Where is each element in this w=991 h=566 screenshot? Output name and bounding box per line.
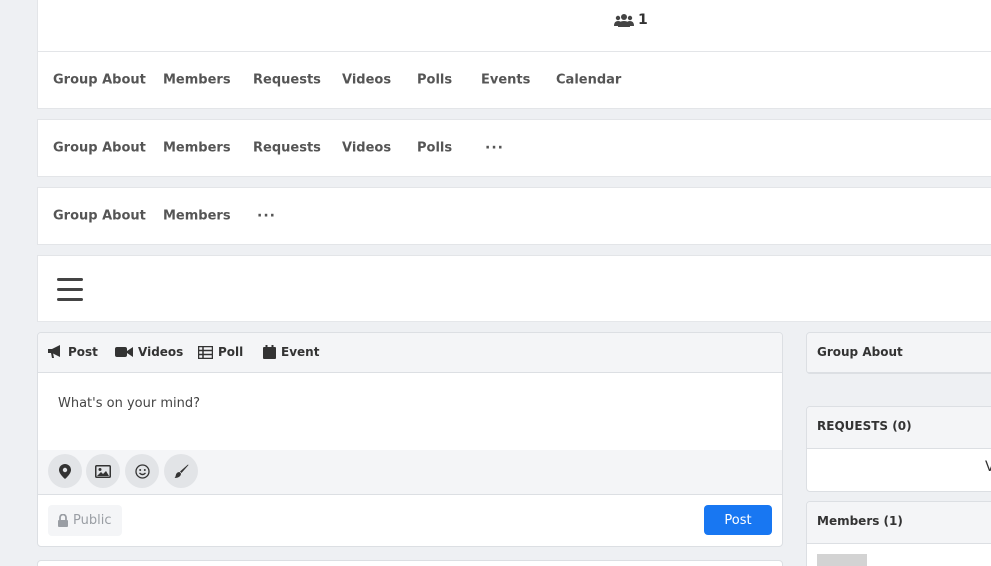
megaphone-icon (48, 345, 60, 358)
tab-poll-label: Poll (218, 345, 244, 359)
nav-more-button[interactable]: ··· (485, 140, 504, 156)
hamburger-menu-icon[interactable] (57, 278, 83, 302)
members-count-value: 1 (638, 12, 648, 28)
tab-videos-label: Videos (138, 345, 184, 359)
emoji-button[interactable] (125, 454, 159, 488)
tab-event[interactable]: Event (263, 345, 319, 359)
brush-icon (174, 464, 188, 478)
composer-footer: Public Post (38, 495, 782, 546)
emoji-icon (134, 463, 150, 479)
calendar-icon (263, 345, 276, 359)
nav-members[interactable]: Members (163, 209, 231, 224)
nav-members[interactable]: Members (163, 73, 231, 88)
nav-more-button[interactable]: ··· (257, 208, 276, 224)
group-nav-medium: Group About Members Requests Videos Poll… (37, 119, 991, 177)
composer-toolbar (38, 450, 782, 495)
lock-icon (58, 514, 68, 527)
image-icon (95, 464, 111, 478)
nav-requests[interactable]: Requests (253, 141, 321, 156)
group-nav-full: Group About Members Requests Videos Poll… (37, 51, 991, 109)
sidebar-members-title: Members (1) (807, 502, 991, 544)
group-header: 1 (37, 0, 991, 52)
nav-requests[interactable]: Requests (253, 73, 321, 88)
nav-events[interactable]: Events (481, 73, 530, 88)
sidebar-group-about: Group About (806, 332, 991, 374)
sidebar-about-title: Group About (807, 333, 991, 373)
nav-videos[interactable]: Videos (342, 141, 391, 156)
nav-group-about[interactable]: Group About (53, 73, 146, 88)
tab-post-label: Post (68, 345, 98, 359)
members-count[interactable]: 1 (614, 12, 648, 28)
nav-videos[interactable]: Videos (342, 73, 391, 88)
sidebar-members: Members (1) (806, 501, 991, 566)
tab-post[interactable]: Post (47, 345, 98, 359)
composer-tabs: Post Videos Poll Event (38, 333, 782, 373)
nav-polls[interactable]: Polls (417, 73, 452, 88)
post-text-input[interactable]: What's on your mind? (38, 373, 782, 450)
post-composer: Post Videos Poll Event What's on your mi… (37, 332, 783, 547)
feed-post-card (37, 560, 783, 566)
group-title-fragment (688, 0, 748, 4)
nav-calendar[interactable]: Calendar (556, 73, 621, 88)
group-nav-mobile (37, 255, 991, 322)
users-icon (614, 14, 634, 27)
tab-poll[interactable]: Poll (198, 345, 243, 359)
sidebar-requests: REQUESTS (0) V (806, 406, 991, 492)
nav-members[interactable]: Members (163, 141, 231, 156)
view-all-link[interactable]: V (985, 459, 991, 475)
privacy-selector[interactable]: Public (48, 505, 122, 536)
image-button[interactable] (86, 454, 120, 488)
sidebar-requests-title: REQUESTS (0) (807, 407, 991, 449)
brush-button[interactable] (164, 454, 198, 488)
post-submit-button[interactable]: Post (704, 505, 772, 535)
nav-group-about[interactable]: Group About (53, 209, 146, 224)
tab-event-label: Event (281, 345, 320, 359)
table-icon (198, 345, 213, 359)
nav-group-about[interactable]: Group About (53, 141, 146, 156)
privacy-label: Public (73, 513, 112, 528)
avatar[interactable] (817, 554, 867, 566)
location-icon (59, 463, 71, 479)
video-camera-icon (115, 347, 133, 357)
nav-polls[interactable]: Polls (417, 141, 452, 156)
tab-videos[interactable]: Videos (115, 345, 183, 359)
location-button[interactable] (48, 454, 82, 488)
group-nav-compact: Group About Members ··· (37, 187, 991, 245)
